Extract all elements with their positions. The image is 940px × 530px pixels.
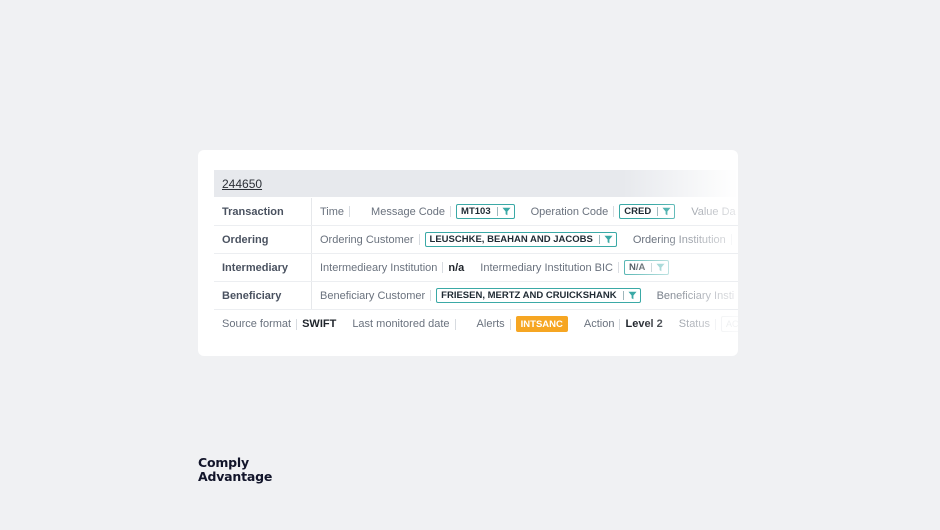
beneficiary-customer-value: FRIESEN, MERTZ AND CRUICKSHANK [441, 290, 617, 301]
divider [598, 235, 600, 244]
ordering-institution-label: Ordering Institution [632, 233, 726, 246]
transaction-details: Transaction Time Message Code MT103 Oper… [214, 198, 738, 338]
row-transaction: Transaction Time Message Code MT103 Oper… [214, 198, 738, 226]
status-dropdown[interactable]: ACT [720, 316, 738, 332]
divider [613, 206, 615, 217]
intermediary-institution-label: Intermedieary Institution [320, 261, 438, 274]
beneficiary-customer-field: Beneficiary Customer FRIESEN, MERTZ AND … [320, 288, 641, 303]
row-content-intermediary: Intermedieary Institution n/a Intermedia… [312, 260, 685, 275]
message-code-label: Message Code [371, 205, 446, 218]
last-monitored-label: Last monitored date [352, 318, 450, 330]
filter-icon[interactable] [502, 207, 511, 216]
filter-icon[interactable] [656, 263, 665, 272]
action-field: Action Level 2 [584, 318, 663, 330]
beneficiary-customer-label: Beneficiary Customer [320, 289, 426, 302]
operation-code-value: CRED [624, 206, 652, 217]
operation-code-label: Operation Code [530, 205, 609, 218]
alerts-label: Alerts [476, 318, 505, 330]
action-label: Action [583, 318, 615, 330]
message-code-field: Message Code MT103 [371, 204, 515, 219]
alert-badge[interactable]: INTSANC [515, 316, 568, 332]
intermediary-bic-chip[interactable]: N/A [623, 260, 670, 275]
filter-icon[interactable] [604, 235, 613, 244]
row-beneficiary: Beneficiary Beneficiary Customer FRIESEN… [214, 282, 738, 310]
ordering-customer-label: Ordering Customer [320, 233, 414, 246]
divider [454, 318, 456, 330]
time-label: Time [320, 205, 345, 218]
divider [622, 291, 624, 300]
operation-code-field: Operation Code CRED [531, 204, 676, 219]
value-date-field: Value Da [691, 206, 735, 218]
divider [296, 318, 298, 330]
row-content-transaction: Time Message Code MT103 Operation Code C… [312, 204, 738, 219]
filter-icon[interactable] [628, 291, 637, 300]
divider [496, 207, 498, 216]
transaction-card: 244650 Transaction Time Message Code MT1… [198, 150, 738, 356]
divider [349, 206, 351, 217]
divider [450, 206, 452, 217]
divider [619, 318, 621, 330]
divider [418, 234, 420, 245]
row-label-ordering: Ordering [214, 226, 312, 253]
message-code-value: MT103 [461, 206, 491, 217]
row-content-beneficiary: Beneficiary Customer FRIESEN, MERTZ AND … [312, 288, 738, 303]
row-label-intermediary: Intermediary [214, 254, 312, 281]
filter-icon[interactable] [662, 207, 671, 216]
status-label: Status [678, 318, 710, 330]
intermediary-bic-label: Intermediary Institution BIC [480, 261, 613, 274]
ordering-customer-field: Ordering Customer LEUSCHKE, BEAHAN AND J… [320, 232, 617, 247]
transaction-id-link[interactable]: 244650 [222, 177, 262, 191]
company-logo: Comply Advantage [198, 456, 272, 484]
beneficiary-institution-label: Beneficiary Insti [656, 289, 735, 302]
row-content-ordering: Ordering Customer LEUSCHKE, BEAHAN AND J… [312, 232, 738, 247]
source-format-field: Source format SWIFT [222, 318, 336, 330]
action-value: Level 2 [625, 318, 663, 330]
logo-line-1: Comply [198, 455, 249, 470]
message-code-chip[interactable]: MT103 [456, 204, 515, 219]
card-header: 244650 [214, 170, 738, 197]
divider [714, 318, 716, 330]
divider [442, 262, 444, 273]
alerts-field: Alerts INTSANC [477, 316, 568, 332]
last-monitored-field: Last monitored date [352, 318, 460, 330]
intermediary-institution-field: Intermedieary Institution n/a [320, 262, 464, 274]
ordering-customer-value: LEUSCHKE, BEAHAN AND JACOBS [429, 234, 593, 245]
time-field: Time [320, 206, 355, 218]
divider [730, 234, 732, 245]
row-meta: Source format SWIFT Last monitored date … [214, 310, 738, 338]
divider [657, 207, 659, 216]
value-date-label: Value Da [691, 205, 736, 218]
divider [430, 290, 432, 301]
beneficiary-institution-field: Beneficiary Insti [657, 290, 735, 302]
source-format-label: Source format [222, 318, 292, 330]
divider [617, 262, 619, 273]
operation-code-chip[interactable]: CRED [619, 204, 676, 219]
divider [651, 263, 653, 272]
status-field: Status ACT [679, 316, 738, 332]
intermediary-bic-value: N/A [628, 262, 646, 273]
row-ordering: Ordering Ordering Customer LEUSCHKE, BEA… [214, 226, 738, 254]
intermediary-bic-field: Intermediary Institution BIC N/A [480, 260, 670, 275]
intermediary-institution-value: n/a [448, 261, 465, 274]
row-label-transaction: Transaction [214, 198, 312, 225]
divider [509, 318, 511, 330]
ordering-institution-field: Ordering Institution [633, 234, 737, 246]
row-intermediary: Intermediary Intermedieary Institution n… [214, 254, 738, 282]
logo-line-2: Advantage [198, 469, 273, 484]
beneficiary-customer-chip[interactable]: FRIESEN, MERTZ AND CRUICKSHANK [436, 288, 641, 303]
row-label-beneficiary: Beneficiary [214, 282, 312, 309]
ordering-customer-chip[interactable]: LEUSCHKE, BEAHAN AND JACOBS [424, 232, 617, 247]
row-content-meta: Source format SWIFT Last monitored date … [214, 316, 738, 332]
source-format-value: SWIFT [302, 318, 337, 330]
